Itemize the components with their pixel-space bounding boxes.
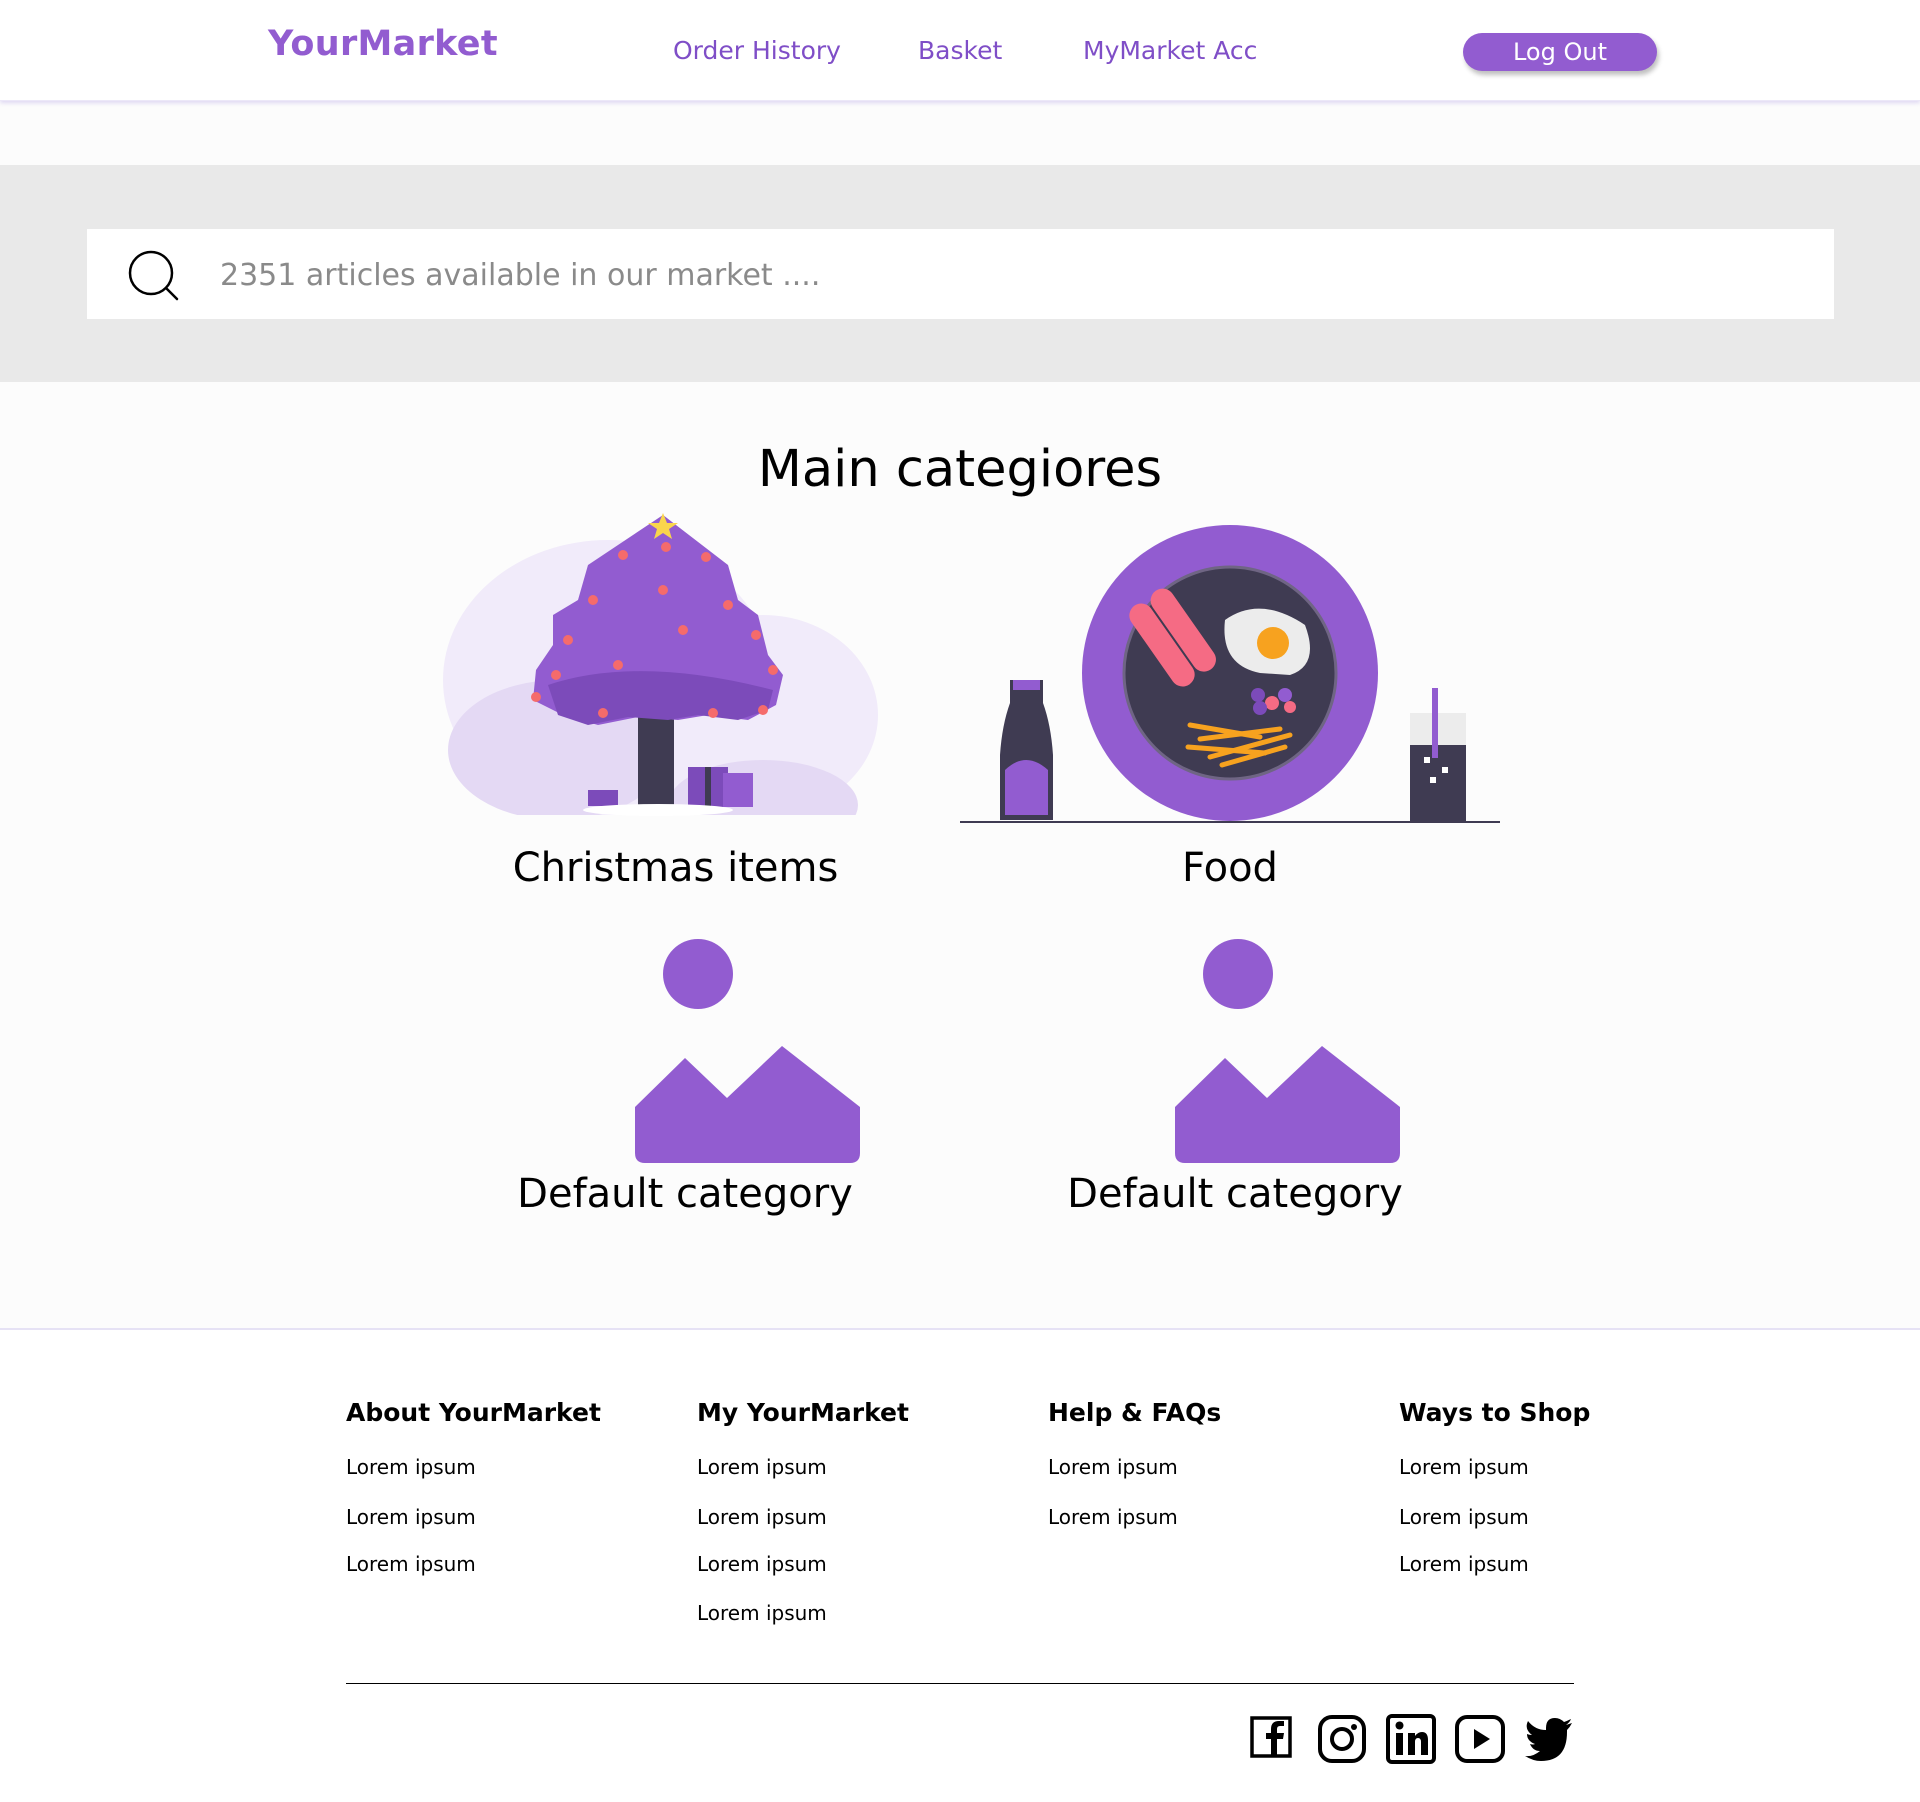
footer-heading-about: About YourMarket (346, 1398, 601, 1427)
category-card-default[interactable]: Default category (515, 935, 860, 1225)
search-icon[interactable] (127, 249, 181, 303)
youtube-icon[interactable] (1454, 1713, 1506, 1765)
image-placeholder-icon (1175, 939, 1400, 1163)
footer-link[interactable]: Lorem ipsum (346, 1552, 476, 1576)
footer-heading-ways-to-shop: Ways to Shop (1399, 1398, 1591, 1427)
footer-link[interactable]: Lorem ipsum (697, 1455, 827, 1479)
image-placeholder-icon (635, 939, 860, 1163)
section-title: Main categiores (757, 440, 1163, 499)
footer-divider (346, 1683, 1574, 1684)
category-card-default[interactable]: Default category (1065, 935, 1405, 1225)
footer-link[interactable]: Lorem ipsum (346, 1505, 476, 1529)
logo[interactable]: YourMarket (268, 24, 498, 64)
footer-link[interactable]: Lorem ipsum (697, 1552, 827, 1576)
nav-mymarket-account[interactable]: MyMarket Acc (1083, 36, 1257, 65)
food-plate-illustration (960, 525, 1500, 823)
footer-heading-my-yourmarket: My YourMarket (697, 1398, 909, 1427)
search-input[interactable] (220, 252, 1720, 298)
footer-link[interactable]: Lorem ipsum (346, 1455, 476, 1479)
facebook-icon[interactable] (1247, 1713, 1299, 1765)
nav-basket[interactable]: Basket (918, 36, 1002, 65)
instagram-icon[interactable] (1316, 1713, 1368, 1765)
category-card-food[interactable]: Food (960, 525, 1500, 897)
footer-heading-help: Help & FAQs (1048, 1398, 1222, 1427)
twitter-icon[interactable] (1523, 1713, 1575, 1765)
category-label: Default category (1067, 1171, 1403, 1217)
category-label: Default category (517, 1171, 853, 1217)
linkedin-icon[interactable] (1385, 1713, 1437, 1765)
category-label: Food (1182, 845, 1278, 891)
footer-link[interactable]: Lorem ipsum (697, 1505, 827, 1529)
footer-link[interactable]: Lorem ipsum (697, 1601, 827, 1625)
footer-link[interactable]: Lorem ipsum (1399, 1505, 1529, 1529)
category-label: Christmas items (512, 845, 839, 891)
top-header: YourMarket Order History Basket MyMarket… (0, 0, 1920, 101)
footer-link[interactable]: Lorem ipsum (1399, 1552, 1529, 1576)
category-card-christmas[interactable]: Christmas items (438, 505, 878, 897)
footer (0, 1328, 1920, 1802)
footer-link[interactable]: Lorem ipsum (1048, 1505, 1178, 1529)
footer-link[interactable]: Lorem ipsum (1399, 1455, 1529, 1479)
logout-button[interactable]: Log Out (1463, 33, 1657, 71)
footer-link[interactable]: Lorem ipsum (1048, 1455, 1178, 1479)
christmas-tree-illustration (438, 513, 878, 850)
nav-order-history[interactable]: Order History (673, 36, 841, 65)
